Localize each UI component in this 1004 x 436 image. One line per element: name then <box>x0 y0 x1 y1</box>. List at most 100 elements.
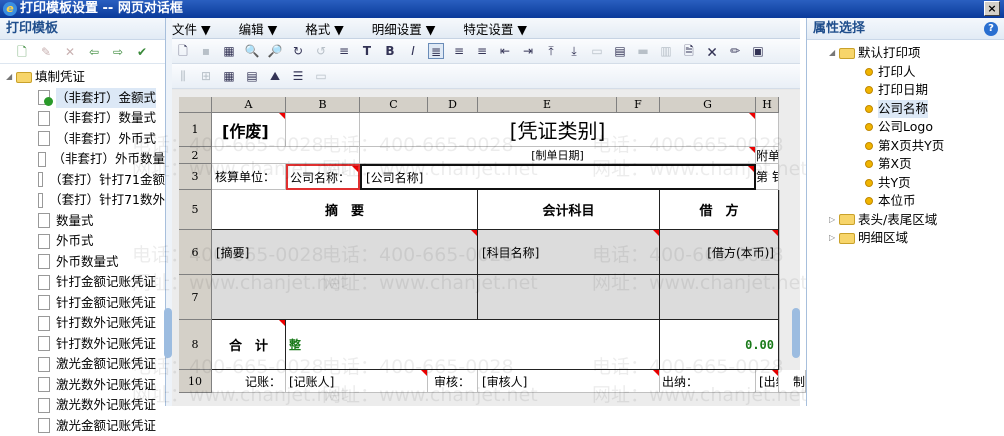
date-field[interactable]: [制单日期] <box>360 147 756 164</box>
total-value[interactable]: 0.00 <box>660 320 779 370</box>
split-icon[interactable]: ▬ <box>635 43 651 59</box>
voucher-type-field[interactable]: [凭证类别] <box>360 113 756 147</box>
print-preview-icon[interactable]: 🔎 <box>267 43 283 59</box>
property-folder[interactable]: ▷明细区域 <box>807 229 1004 248</box>
edit-icon[interactable]: ✎ <box>38 44 54 60</box>
delete-icon[interactable]: ✕ <box>62 44 78 60</box>
align-right-icon[interactable]: ≡ <box>474 43 490 59</box>
column-header[interactable]: C <box>360 97 428 113</box>
save-icon[interactable]: ▪ <box>198 43 214 59</box>
preview-icon[interactable]: 🔍 <box>244 43 260 59</box>
tree-root[interactable]: ◢ 填制凭证 <box>0 67 165 88</box>
summary-field[interactable]: [摘要] <box>212 230 478 275</box>
image-icon[interactable]: ⛰ <box>267 68 283 84</box>
rows-icon[interactable]: ⊞ <box>198 68 214 84</box>
template-item[interactable]: 激光金额记账凭证 <box>0 416 165 436</box>
template-item[interactable]: 针打数外记账凭证 <box>0 334 165 355</box>
template-item[interactable]: （非套打）金额式 <box>0 88 165 109</box>
account-field[interactable]: [科目名称] <box>478 230 660 275</box>
template-item[interactable]: （非套打）外币数量 <box>0 149 165 170</box>
align-left-icon[interactable]: ≣ <box>428 43 444 59</box>
select-all-corner[interactable] <box>179 97 212 113</box>
template-item[interactable]: 激光数外记账凭证 <box>0 375 165 396</box>
column-header[interactable]: D <box>428 97 478 113</box>
new-icon[interactable]: 🗋 <box>175 43 191 59</box>
insert-row-down-icon[interactable]: ⤓ <box>566 43 582 59</box>
debit-row7[interactable] <box>660 275 779 320</box>
row-header[interactable]: 8 <box>179 320 212 370</box>
maker-label[interactable]: 制 <box>779 370 806 393</box>
cell-h8[interactable] <box>779 320 780 370</box>
align-center-icon[interactable]: ≡ <box>451 43 467 59</box>
remove-page-icon[interactable]: 🗙 <box>704 43 720 59</box>
company-name-field[interactable]: [公司名称] <box>360 164 756 190</box>
left-collapse-handle[interactable] <box>164 308 172 358</box>
template-item[interactable]: 针打数外记账凭证 <box>0 313 165 334</box>
italic-icon[interactable]: I <box>405 43 421 59</box>
property-item[interactable]: 共Y页 <box>807 174 1004 193</box>
summary-header[interactable]: 摘 要 <box>212 190 478 230</box>
row-header[interactable]: 10 <box>179 370 212 393</box>
expand-icon[interactable]: ◢ <box>829 44 839 63</box>
column-header[interactable]: B <box>286 97 360 113</box>
cell-h1[interactable] <box>756 113 779 147</box>
template-item[interactable]: 针打金额记账凭证 <box>0 293 165 314</box>
menu-3[interactable]: 明细设置 ▼ <box>358 19 450 38</box>
text-icon[interactable]: T <box>359 43 375 59</box>
add-page-icon[interactable]: 🗎 <box>681 43 697 59</box>
debit-header[interactable]: 借 方 <box>660 190 779 230</box>
template-item[interactable]: 激光数外记账凭证 <box>0 395 165 416</box>
new-template-icon[interactable]: 🗋 <box>14 44 30 60</box>
total-in-words[interactable]: 整 <box>286 320 660 370</box>
bookkeeper-field[interactable]: [记账人] <box>286 370 428 393</box>
attachment-label[interactable]: 附单 <box>756 147 779 164</box>
auditor-field[interactable]: [审核人] <box>478 370 660 393</box>
property-folder[interactable]: ▷表头/表尾区域 <box>807 211 1004 230</box>
page-label[interactable]: 第 钅 <box>756 164 779 190</box>
undo-icon[interactable]: ↺ <box>313 43 329 59</box>
collapsed-arrow-icon[interactable]: ▷ <box>829 229 839 248</box>
row-header[interactable]: 2 <box>179 147 212 164</box>
cell-b1[interactable] <box>286 113 360 147</box>
property-item[interactable]: 第X页 <box>807 155 1004 174</box>
template-item[interactable]: 针打金额记账凭证 <box>0 272 165 293</box>
template-item[interactable]: （套打）针打71数外 <box>0 190 165 211</box>
account-header[interactable]: 会计科目 <box>478 190 660 230</box>
template-item[interactable]: 外币式 <box>0 231 165 252</box>
cell-h5[interactable] <box>779 190 780 230</box>
format-icon[interactable]: ≡ <box>336 43 352 59</box>
template-item[interactable]: （非套打）数量式 <box>0 108 165 129</box>
cell-h6[interactable] <box>779 230 780 275</box>
help-icon[interactable]: ? <box>984 22 998 36</box>
menu-4[interactable]: 特定设置 ▼ <box>449 19 541 38</box>
debit-field[interactable]: [借方(本币)] <box>660 230 779 275</box>
import-icon[interactable]: ⇦ <box>86 44 102 60</box>
column-header[interactable]: E <box>478 97 617 113</box>
cashier-field[interactable]: [出纳] <box>756 370 779 393</box>
void-field[interactable]: [作废] <box>212 113 286 147</box>
account-row7[interactable] <box>478 275 660 320</box>
merge-icon[interactable]: ▭ <box>589 43 605 59</box>
insert-col-right-icon[interactable]: ⇥ <box>520 43 536 59</box>
template-item[interactable]: （套打）针打71金额 <box>0 170 165 191</box>
insert-col-left-icon[interactable]: ⇤ <box>497 43 513 59</box>
menu-0[interactable]: 文件 ▼ <box>172 19 225 38</box>
export-icon[interactable]: ⇨ <box>110 44 126 60</box>
cell-h7[interactable] <box>779 275 780 320</box>
border-icon[interactable]: ▤ <box>612 43 628 59</box>
summary-row7[interactable] <box>212 275 478 320</box>
row-header[interactable]: 1 <box>179 113 212 147</box>
column-header[interactable]: F <box>617 97 660 113</box>
close-button[interactable]: × <box>984 1 1000 16</box>
template-item[interactable]: （非套打）外币式 <box>0 129 165 150</box>
row-header[interactable]: 3 <box>179 164 212 190</box>
frame-icon[interactable]: ▤ <box>244 68 260 84</box>
menu-2[interactable]: 格式 ▼ <box>291 19 358 38</box>
total-label[interactable]: 合 计 <box>212 320 286 370</box>
insert-row-up-icon[interactable]: ⤒ <box>543 43 559 59</box>
row-header[interactable]: 6 <box>179 230 212 275</box>
column-header[interactable]: G <box>660 97 756 113</box>
property-item[interactable]: 本位币 <box>807 192 1004 211</box>
property-item[interactable]: 第X页共Y页 <box>807 137 1004 156</box>
collapsed-arrow-icon[interactable]: ▷ <box>829 211 839 230</box>
